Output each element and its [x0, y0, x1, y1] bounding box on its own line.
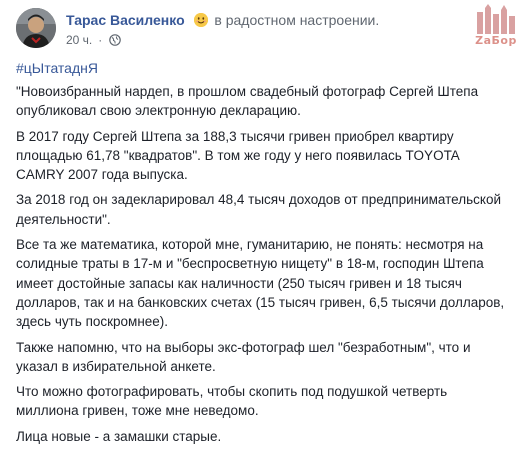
paragraph: "Новоизбранный нардеп, в прошлом свадебн…	[16, 84, 479, 119]
feeling-text: в радостном настроении.	[214, 12, 380, 28]
paragraph: За 2018 год он задекларировал 48,4 тысяч…	[16, 192, 501, 227]
post-timestamp[interactable]: 20 ч.	[66, 33, 92, 47]
author-name[interactable]: Тарас Василенко	[66, 12, 185, 28]
author-line: Тарас Василенко в радостном настроении.	[66, 12, 379, 28]
post-body: "Новоизбранный нардеп, в прошлом свадебн…	[16, 82, 508, 452]
paragraph: Что можно фотографировать, чтобы скопить…	[16, 384, 448, 419]
separator: ·	[98, 33, 103, 47]
smiling-face-icon	[193, 13, 208, 27]
watermark-logo: ZaБор	[471, 4, 521, 54]
avatar[interactable]	[16, 8, 56, 48]
hashtag-link[interactable]: #цЫтатаднЯ	[16, 60, 98, 76]
paragraph: Все та же математика, которой мне, гуман…	[16, 237, 505, 330]
paragraph: Также напомню, что на выборы экс-фотогра…	[16, 339, 471, 374]
post-header: Тарас Василенко в радостном настроении. …	[16, 8, 456, 52]
paragraph: В 2017 году Сергей Штепа за 188,3 тысячи…	[16, 128, 460, 183]
watermark-text: ZaБор	[475, 34, 517, 47]
facebook-post: Тарас Василенко в радостном настроении. …	[0, 0, 523, 460]
post-meta: 20 ч. ·	[66, 33, 121, 49]
globe-icon[interactable]	[108, 34, 121, 49]
paragraph: Лица новые - а замашки старые.	[16, 428, 222, 444]
